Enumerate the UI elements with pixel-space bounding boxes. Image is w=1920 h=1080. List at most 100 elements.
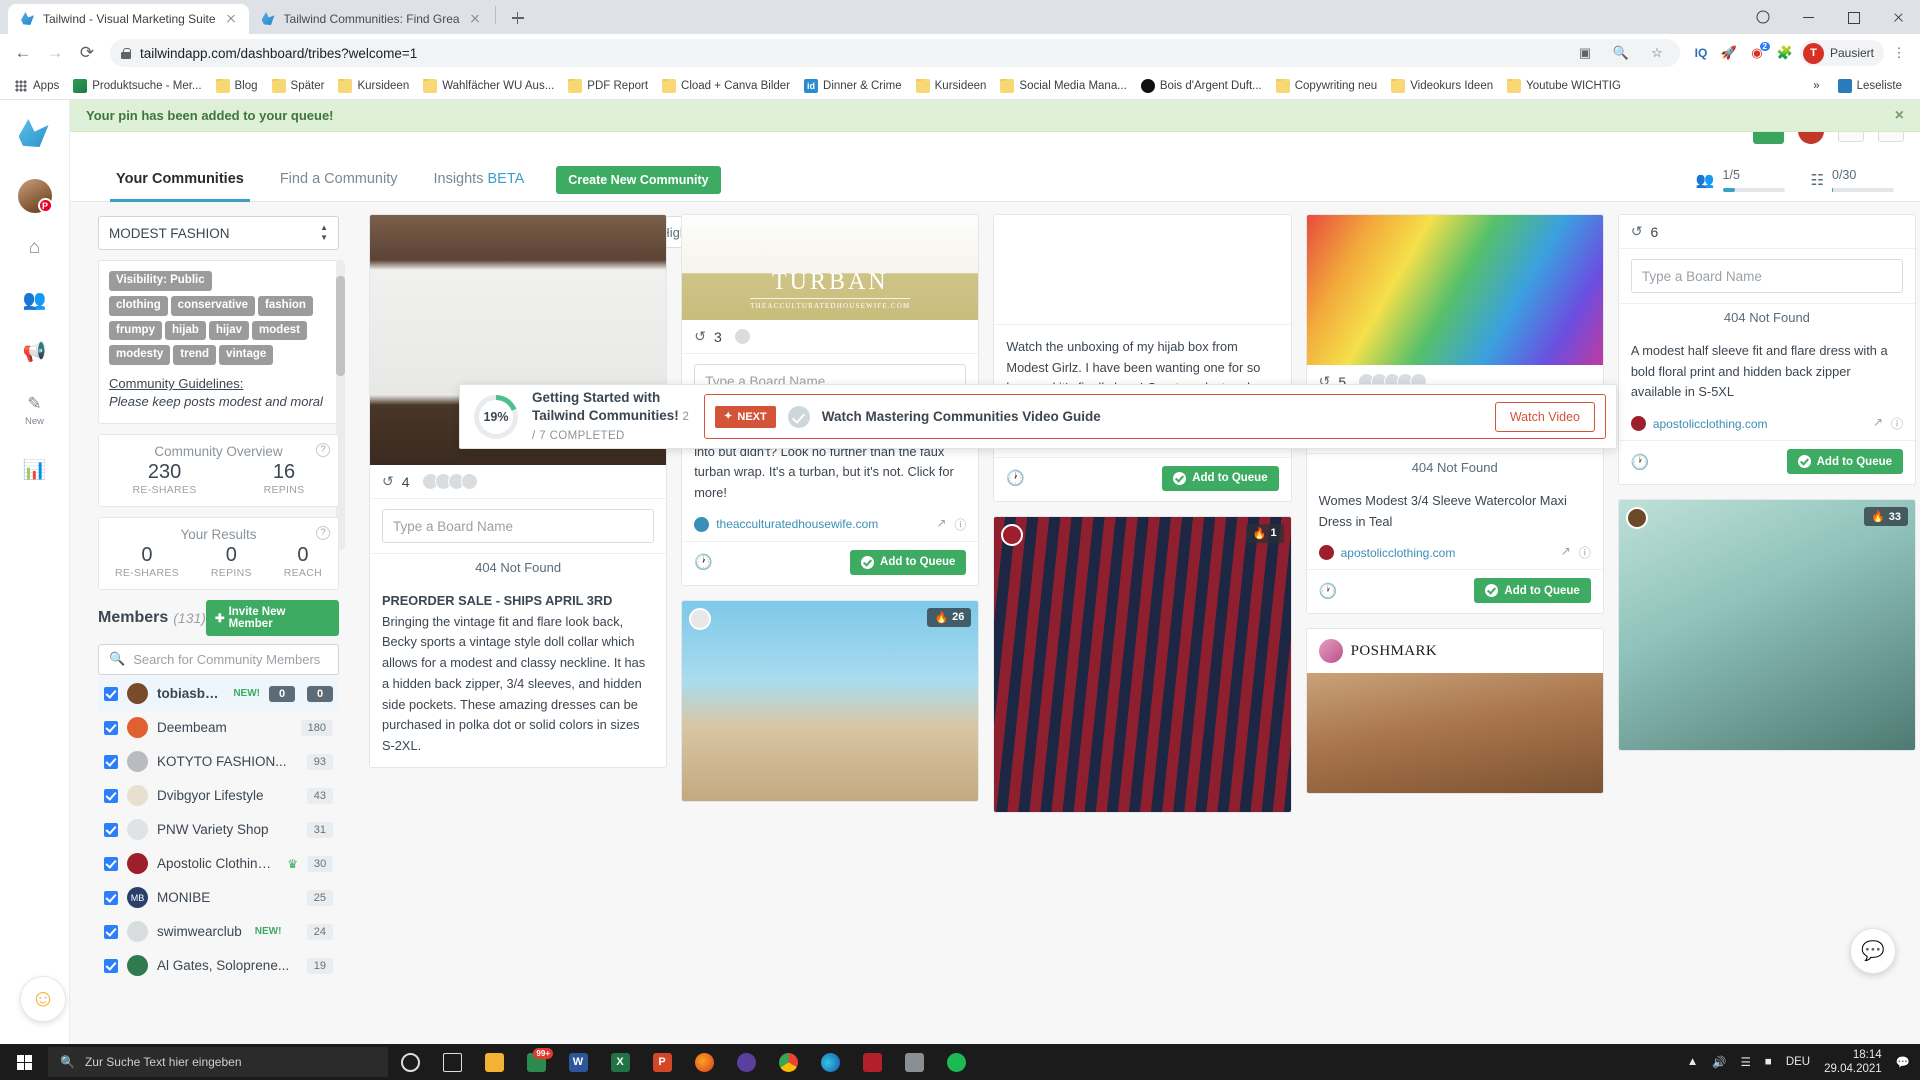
bookmarks-overflow-button[interactable]: » xyxy=(1807,77,1825,95)
tag-chip[interactable]: vintage xyxy=(219,345,274,366)
store-icon[interactable]: 99+ xyxy=(516,1044,556,1080)
header-icon-button-2[interactable] xyxy=(1878,132,1904,142)
cortana-icon[interactable] xyxy=(390,1044,430,1080)
list-item[interactable]: PNW Variety Shop 31 xyxy=(98,813,339,847)
bookmark-social-media[interactable]: Social Media Mana... xyxy=(994,76,1132,96)
add-to-queue-button[interactable]: Add to Queue xyxy=(850,549,967,575)
bookmark-pdf-report[interactable]: PDF Report xyxy=(562,76,654,96)
checkbox[interactable] xyxy=(104,856,118,871)
checkbox[interactable] xyxy=(104,788,118,803)
pin-image[interactable]: 🔥 33 xyxy=(1618,500,1916,751)
tag-chip[interactable]: clothing xyxy=(109,295,168,316)
extensions-icon[interactable]: ◉ 2 xyxy=(1744,40,1770,66)
add-to-queue-button[interactable]: Add to Queue xyxy=(1786,449,1904,475)
bookmark-cload-canva[interactable]: Cload + Canva Bilder xyxy=(656,76,796,96)
battery-icon[interactable]: ■ xyxy=(1765,1056,1772,1068)
extension-circle-icon[interactable] xyxy=(1740,0,1785,34)
pin-source-link[interactable]: apostolicclothing.com xyxy=(1653,417,1768,431)
list-item[interactable]: Apostolic Clothing C. ♛ 30 xyxy=(98,847,339,881)
bookmark-kursideen-1[interactable]: Kursideen xyxy=(332,76,415,96)
close-icon[interactable] xyxy=(467,11,483,27)
profile-button[interactable]: T Pausiert xyxy=(1799,40,1884,66)
new-tab-button[interactable] xyxy=(504,4,532,32)
invite-new-member-button[interactable]: ✚ Invite New Member xyxy=(205,599,339,636)
list-item[interactable]: KOTYTO FASHION... 93 xyxy=(98,745,339,779)
excel-icon[interactable]: X xyxy=(600,1044,640,1080)
address-bar[interactable]: tailwindapp.com/dashboard/tribes?welcome… xyxy=(110,39,1680,67)
photos-icon[interactable] xyxy=(894,1044,934,1080)
header-icon-button[interactable] xyxy=(1838,132,1864,142)
pin-card[interactable]: ↺ 4 Type a Board Name 404 Not Found PREO… xyxy=(369,214,668,768)
tag-chip[interactable]: frumpy xyxy=(109,320,162,341)
clock-icon[interactable]: 🕐 xyxy=(1631,453,1650,471)
network-icon[interactable]: ☰ xyxy=(1741,1055,1751,1069)
tab-your-communities[interactable]: Your Communities xyxy=(98,159,262,202)
checkbox[interactable] xyxy=(104,924,118,939)
bookmark-dinner-crime[interactable]: id Dinner & Crime xyxy=(798,76,908,96)
notification-center-icon[interactable]: 💬 xyxy=(1896,1055,1910,1069)
browser-tab-2[interactable]: Tailwind Communities: Find Grea xyxy=(248,4,493,34)
minimize-button[interactable] xyxy=(1785,0,1830,34)
taskbar-search[interactable]: 🔍 Zur Suche Text hier eingeben xyxy=(48,1047,388,1077)
pin-card[interactable]: 🔥 1 xyxy=(993,515,1292,813)
bookmark-youtube[interactable]: Youtube WICHTIG xyxy=(1501,76,1627,96)
tag-chip[interactable]: fashion xyxy=(258,295,313,316)
pin-image[interactable]: TURBAN THEACCULTURATEDHOUSEWIFE.COM xyxy=(682,215,979,320)
bookmark-copywriting[interactable]: Copywriting neu xyxy=(1270,76,1383,96)
start-button[interactable] xyxy=(2,1044,46,1080)
tag-chip[interactable]: trend xyxy=(173,345,217,366)
pin-image[interactable] xyxy=(994,215,1291,325)
tab-insights[interactable]: Insights BETA xyxy=(415,159,542,201)
bookmark-spaeter[interactable]: Später xyxy=(266,76,331,96)
chrome-icon[interactable] xyxy=(768,1044,808,1080)
bookmark-bois-dargent[interactable]: Bois d'Argent Duft... xyxy=(1135,76,1268,96)
bookmark-apps[interactable]: Apps xyxy=(8,76,65,96)
bookmark-blog[interactable]: Blog xyxy=(210,76,264,96)
add-to-queue-button[interactable]: Add to Queue xyxy=(1162,465,1279,491)
scrollbar-thumb[interactable] xyxy=(336,276,345,376)
help-icon[interactable]: ? xyxy=(316,525,330,540)
tray-expand-icon[interactable]: ▲ xyxy=(1687,1056,1698,1068)
clock-icon[interactable]: 🕐 xyxy=(1319,582,1338,600)
pin-card[interactable]: 🔥 26 xyxy=(681,599,980,802)
maximize-button[interactable] xyxy=(1830,0,1875,34)
bookmark-videokurs[interactable]: Videokurs Ideen xyxy=(1385,76,1499,96)
pin-source-link[interactable]: theacculturatedhousewife.com xyxy=(716,517,878,531)
edge-icon[interactable] xyxy=(810,1044,850,1080)
pin-image[interactable]: 🔥 26 xyxy=(682,600,979,801)
zoom-icon[interactable]: 🔍 xyxy=(1608,40,1634,66)
browser-tab-1[interactable]: Tailwind - Visual Marketing Suite xyxy=(8,4,249,34)
bookmark-kursideen-2[interactable]: Kursideen xyxy=(910,76,993,96)
clock-icon[interactable]: 🕐 xyxy=(694,553,713,571)
bookmark-produktsuche[interactable]: Produktsuche - Mer... xyxy=(67,76,207,96)
checkbox[interactable] xyxy=(104,754,118,769)
pin-card[interactable]: POSHMARK xyxy=(1305,628,1604,795)
checkbox[interactable] xyxy=(104,958,118,973)
back-icon[interactable]: ← xyxy=(8,38,38,68)
firefox-icon[interactable] xyxy=(684,1044,724,1080)
pin-image[interactable] xyxy=(1306,215,1603,365)
media-icon[interactable] xyxy=(726,1044,766,1080)
puzzle-extension-icon[interactable]: 🧩 xyxy=(1772,40,1798,66)
chat-support-button[interactable]: 💬 xyxy=(1850,928,1896,974)
chrome-menu-icon[interactable]: ⋮ xyxy=(1886,40,1912,66)
iq-extension-icon[interactable]: IQ xyxy=(1688,40,1714,66)
translate-icon[interactable]: ▣ xyxy=(1572,40,1598,66)
checkbox[interactable] xyxy=(104,720,118,735)
reload-icon[interactable]: ⟳ xyxy=(72,38,102,68)
add-to-queue-button[interactable]: Add to Queue xyxy=(1474,578,1591,604)
pin-image[interactable]: 🔥 1 xyxy=(994,516,1291,812)
external-link-icon[interactable]: ↗ xyxy=(936,516,946,533)
reading-list-button[interactable]: Leseliste xyxy=(1832,76,1908,96)
help-icon[interactable]: ? xyxy=(316,442,330,457)
tag-chip[interactable]: conservative xyxy=(170,295,256,316)
tab-find-a-community[interactable]: Find a Community xyxy=(262,159,416,201)
word-icon[interactable]: W xyxy=(558,1044,598,1080)
bookmark-wahlfaecher[interactable]: Wahlfächer WU Aus... xyxy=(417,76,560,96)
sidebar-item-promote[interactable]: 📢 xyxy=(11,328,59,376)
sidebar-item-analytics[interactable]: 📊 xyxy=(11,446,59,494)
checkbox[interactable] xyxy=(104,686,118,701)
sidebar-item-home[interactable]: ⌂ xyxy=(11,224,59,272)
close-icon[interactable] xyxy=(223,11,239,27)
spotify-icon[interactable] xyxy=(936,1044,976,1080)
